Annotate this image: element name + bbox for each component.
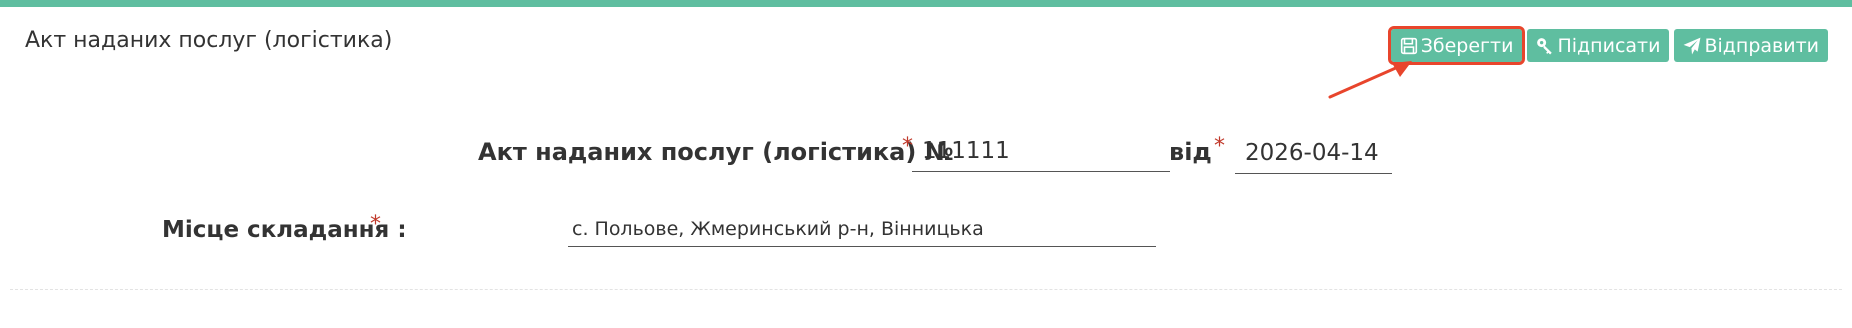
annotation-arrow: [1328, 61, 1412, 99]
sign-button-label: Підписати: [1557, 34, 1661, 57]
place-of-drafting-input[interactable]: с. Польове, Жмеринський р-н, Вінницька: [568, 214, 1156, 247]
floppy-disk-icon: [1400, 37, 1418, 55]
act-date-input[interactable]: 2026-04-14: [1235, 136, 1392, 174]
key-icon: [1536, 37, 1554, 55]
act-number-input[interactable]: 111111: [912, 134, 1170, 172]
required-marker: *: [370, 212, 381, 237]
save-button-label: Зберегти: [1420, 34, 1514, 57]
paper-plane-icon: [1683, 37, 1701, 55]
act-number-label: Акт наданих послуг (логістика) №: [478, 138, 954, 166]
top-accent-border: [0, 0, 1852, 7]
document-form: Акт наданих послуг (логістика) Зберегти: [0, 0, 1852, 328]
send-button[interactable]: Відправити: [1674, 29, 1828, 62]
page-title: Акт наданих послуг (логістика): [25, 28, 393, 53]
date-label: від: [1169, 138, 1212, 166]
required-marker: *: [1214, 134, 1225, 159]
sign-button[interactable]: Підписати: [1527, 29, 1670, 62]
toolbar: Зберегти Підписати Відправити: [1387, 26, 1828, 65]
send-button-label: Відправити: [1704, 34, 1819, 57]
section-divider: [10, 289, 1842, 290]
